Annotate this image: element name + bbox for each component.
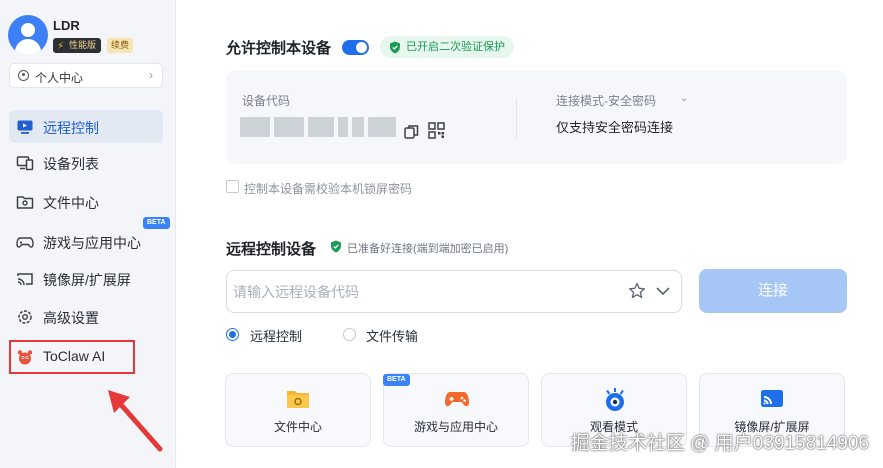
sidebar-item-device-list[interactable]: 设备列表	[9, 146, 163, 179]
sidebar-item-games-apps[interactable]: 游戏与应用中心	[9, 225, 163, 258]
gear-icon	[18, 310, 32, 324]
renew-badge[interactable]: 续费	[107, 38, 134, 53]
cast-icon	[17, 273, 33, 286]
personal-center-button[interactable]: 个人中心 ›	[9, 63, 163, 88]
user-icon	[18, 70, 29, 81]
sidebar-item-advanced-settings[interactable]: 高级设置	[9, 300, 163, 333]
gamepad-icon	[16, 237, 34, 248]
beta-badge: BETA	[143, 217, 170, 229]
radio-remote-control-label[interactable]: 远程控制	[250, 326, 302, 345]
shield-check-icon	[331, 240, 341, 253]
radio-remote-control[interactable]	[226, 328, 239, 341]
sidebar-item-remote-control[interactable]: 远程控制	[9, 110, 163, 143]
sidebar-item-mirror-screen[interactable]: 镜像屏/扩展屏	[9, 262, 163, 295]
bolt-icon: ⚡	[57, 41, 65, 52]
devices-icon	[16, 156, 34, 171]
radio-file-transfer-label[interactable]: 文件传输	[366, 326, 418, 345]
tile-file-center[interactable]: 文件中心	[225, 373, 371, 447]
verification-status: 已开启二次验证保护	[380, 36, 514, 58]
device-code-label: 设备代码	[242, 94, 291, 108]
shield-icon	[390, 41, 400, 54]
cast-icon	[761, 390, 783, 407]
highlight-box	[9, 340, 135, 374]
folder-icon	[16, 196, 34, 209]
beta-badge: BETA	[383, 374, 410, 386]
eye-icon	[606, 388, 624, 411]
watermark: 掘金技术社区 @ 用户03915814906	[570, 433, 869, 454]
chevron-right-icon: ›	[149, 68, 153, 82]
remote-code-input[interactable]	[233, 281, 613, 303]
chevron-down-icon[interactable]: ⌄	[680, 93, 688, 104]
monitor-icon	[17, 120, 33, 134]
card-divider	[516, 98, 517, 138]
connection-mode-value: 仅支持安全密码连接	[556, 120, 674, 135]
folder-icon	[287, 391, 309, 408]
lock-screen-checkbox[interactable]	[226, 180, 239, 193]
sidebar-item-file-center[interactable]: 文件中心	[9, 185, 163, 218]
copy-icon[interactable]	[404, 124, 419, 139]
connection-ready-status: 已准备好连接(端到端加密已启用)	[347, 243, 509, 255]
username: LDR	[53, 18, 80, 33]
radio-file-transfer[interactable]	[343, 328, 356, 341]
connect-button[interactable]: 连接	[699, 269, 847, 313]
allow-control-title: 允许控制本设备	[226, 40, 332, 57]
lock-screen-label[interactable]: 控制本设备需校验本机锁屏密码	[244, 180, 412, 197]
chevron-down-icon[interactable]	[655, 285, 671, 297]
avatar[interactable]	[8, 15, 48, 55]
remote-code-field[interactable]	[226, 270, 682, 313]
connection-mode-dropdown[interactable]: 连接模式-安全密码	[556, 92, 656, 109]
tier-badge: ⚡ 性能版	[53, 38, 102, 53]
device-code-value	[240, 117, 396, 137]
star-icon[interactable]	[628, 282, 646, 300]
allow-control-toggle[interactable]	[342, 40, 369, 55]
annotation-arrow	[108, 390, 163, 452]
qr-code-icon[interactable]	[428, 122, 445, 139]
gamepad-icon	[445, 392, 469, 407]
remote-control-title: 远程控制设备	[226, 241, 317, 258]
